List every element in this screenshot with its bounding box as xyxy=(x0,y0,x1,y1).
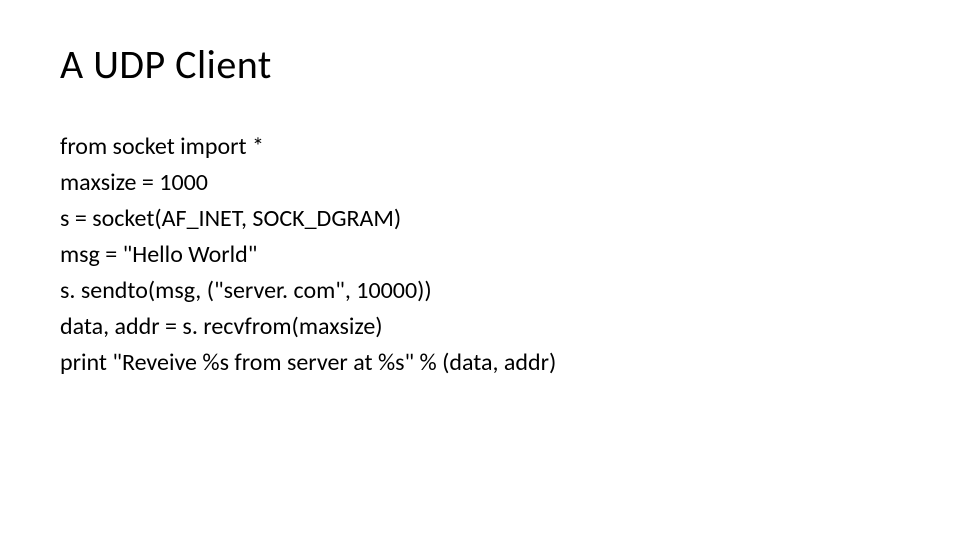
code-block: from socket import * maxsize = 1000 s = … xyxy=(60,129,900,381)
code-line: data, addr = s. recvfrom(maxsize) xyxy=(60,309,900,345)
code-line: s. sendto(msg, ("server. com", 10000)) xyxy=(60,273,900,309)
code-line: s = socket(AF_INET, SOCK_DGRAM) xyxy=(60,201,900,237)
code-line: from socket import * xyxy=(60,129,900,165)
code-line: print "Reveive %s from server at %s" % (… xyxy=(60,345,900,381)
slide-title: A UDP Client xyxy=(60,40,900,89)
code-line: maxsize = 1000 xyxy=(60,165,900,201)
code-line: msg = "Hello World" xyxy=(60,237,900,273)
